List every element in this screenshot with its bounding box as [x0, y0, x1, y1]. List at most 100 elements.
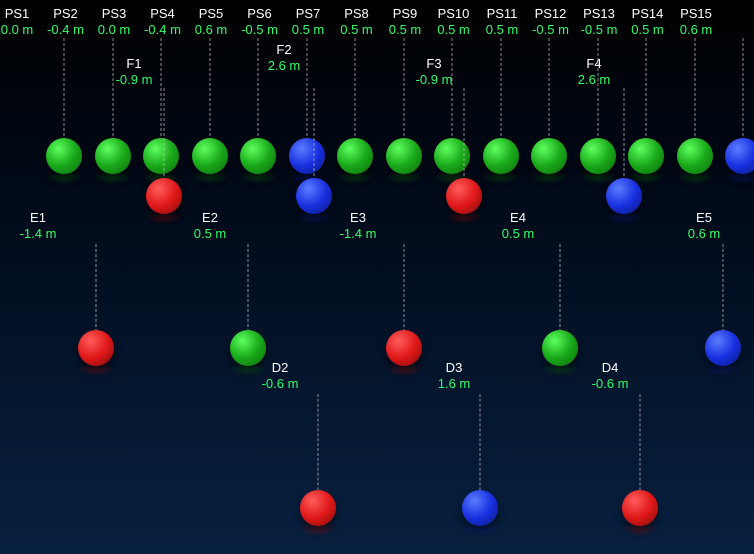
ps14-node — [677, 138, 713, 174]
ps8-name: PS8 — [340, 6, 373, 22]
e2-label: E20.5 m — [194, 210, 227, 241]
e5-label: E50.6 m — [688, 210, 721, 241]
f2-node — [296, 178, 332, 214]
ps11-node — [531, 138, 567, 174]
ps2-value: -0.4 m — [47, 22, 84, 38]
ps5-value: 0.6 m — [195, 22, 228, 38]
ps10-value: 0.5 m — [437, 22, 470, 38]
ps12-value: -0.5 m — [532, 22, 569, 38]
f3-label: F3-0.9 m — [416, 56, 453, 87]
d2-value: -0.6 m — [262, 376, 299, 392]
e3-name: E3 — [340, 210, 377, 226]
ps3-sphere — [143, 138, 179, 174]
d3-label: D31.6 m — [438, 360, 471, 391]
ps13-sphere — [628, 138, 664, 174]
ps13-name: PS13 — [581, 6, 618, 22]
d4-name: D4 — [592, 360, 629, 376]
f3-value: -0.9 m — [416, 72, 453, 88]
ps1-sphere — [46, 138, 82, 174]
e3-sphere — [386, 330, 422, 366]
f2-name: F2 — [268, 42, 301, 58]
ps12-sphere — [580, 138, 616, 174]
ps13-node — [628, 138, 664, 174]
ps9-sphere — [434, 138, 470, 174]
ps9-name: PS9 — [389, 6, 422, 22]
d4-sphere — [622, 490, 658, 526]
ps2-sphere — [95, 138, 131, 174]
ps6-node — [289, 138, 325, 174]
f4-sphere — [606, 178, 642, 214]
ps8-sphere — [386, 138, 422, 174]
ps1-name: PS1 — [1, 6, 34, 22]
ps12-label: PS12-0.5 m — [532, 6, 569, 37]
ps5-sphere — [240, 138, 276, 174]
ps15-sphere — [725, 138, 754, 174]
ps2-name: PS2 — [47, 6, 84, 22]
ps14-name: PS14 — [631, 6, 664, 22]
ps2-node — [95, 138, 131, 174]
ps10-sphere — [483, 138, 519, 174]
ps1-label: PS10.0 m — [1, 6, 34, 37]
e1-name: E1 — [20, 210, 57, 226]
f1-name: F1 — [116, 56, 153, 72]
ps13-value: -0.5 m — [581, 22, 618, 38]
e5-name: E5 — [688, 210, 721, 226]
ps5-node — [240, 138, 276, 174]
d2-label: D2-0.6 m — [262, 360, 299, 391]
ps14-label: PS140.5 m — [631, 6, 664, 37]
e1-sphere — [78, 330, 114, 366]
ps12-name: PS12 — [532, 6, 569, 22]
d4-label: D4-0.6 m — [592, 360, 629, 391]
ps7-label: PS70.5 m — [292, 6, 325, 37]
f2-sphere — [296, 178, 332, 214]
ps7-name: PS7 — [292, 6, 325, 22]
d2-sphere — [300, 490, 336, 526]
ps11-sphere — [531, 138, 567, 174]
d3-name: D3 — [438, 360, 471, 376]
e4-label: E40.5 m — [502, 210, 535, 241]
ps7-sphere — [337, 138, 373, 174]
e3-value: -1.4 m — [340, 226, 377, 242]
ps13-label: PS13-0.5 m — [581, 6, 618, 37]
d3-value: 1.6 m — [438, 376, 471, 392]
ps9-node — [434, 138, 470, 174]
f4-name: F4 — [578, 56, 611, 72]
ps15-name: PS15 — [680, 6, 713, 22]
ps1-node — [46, 138, 82, 174]
d3-sphere — [462, 490, 498, 526]
f4-node — [606, 178, 642, 214]
ps9-label: PS90.5 m — [389, 6, 422, 37]
d4-value: -0.6 m — [592, 376, 629, 392]
f3-node — [446, 178, 482, 214]
ps3-value: 0.0 m — [98, 22, 131, 38]
ps11-value: 0.5 m — [486, 22, 519, 38]
ps8-label: PS80.5 m — [340, 6, 373, 37]
e1-label: E1-1.4 m — [20, 210, 57, 241]
ps10-label: PS100.5 m — [437, 6, 470, 37]
f2-value: 2.6 m — [268, 58, 301, 74]
ps14-value: 0.5 m — [631, 22, 664, 38]
ps15-node — [725, 138, 754, 174]
ps4-value: -0.4 m — [144, 22, 181, 38]
ps5-label: PS50.6 m — [195, 6, 228, 37]
f1-value: -0.9 m — [116, 72, 153, 88]
e2-value: 0.5 m — [194, 226, 227, 242]
e5-node — [705, 330, 741, 366]
e3-node — [386, 330, 422, 366]
e1-value: -1.4 m — [20, 226, 57, 242]
ps15-value: 0.6 m — [680, 22, 713, 38]
ps4-node — [192, 138, 228, 174]
ps2-label: PS2-0.4 m — [47, 6, 84, 37]
ps3-name: PS3 — [98, 6, 131, 22]
e4-name: E4 — [502, 210, 535, 226]
ps6-sphere — [289, 138, 325, 174]
d2-node — [300, 490, 336, 526]
e5-sphere — [705, 330, 741, 366]
f4-value: 2.6 m — [578, 72, 611, 88]
e4-sphere — [542, 330, 578, 366]
ps7-value: 0.5 m — [292, 22, 325, 38]
ps4-name: PS4 — [144, 6, 181, 22]
e2-name: E2 — [194, 210, 227, 226]
ps10-name: PS10 — [437, 6, 470, 22]
f1-label: F1-0.9 m — [116, 56, 153, 87]
